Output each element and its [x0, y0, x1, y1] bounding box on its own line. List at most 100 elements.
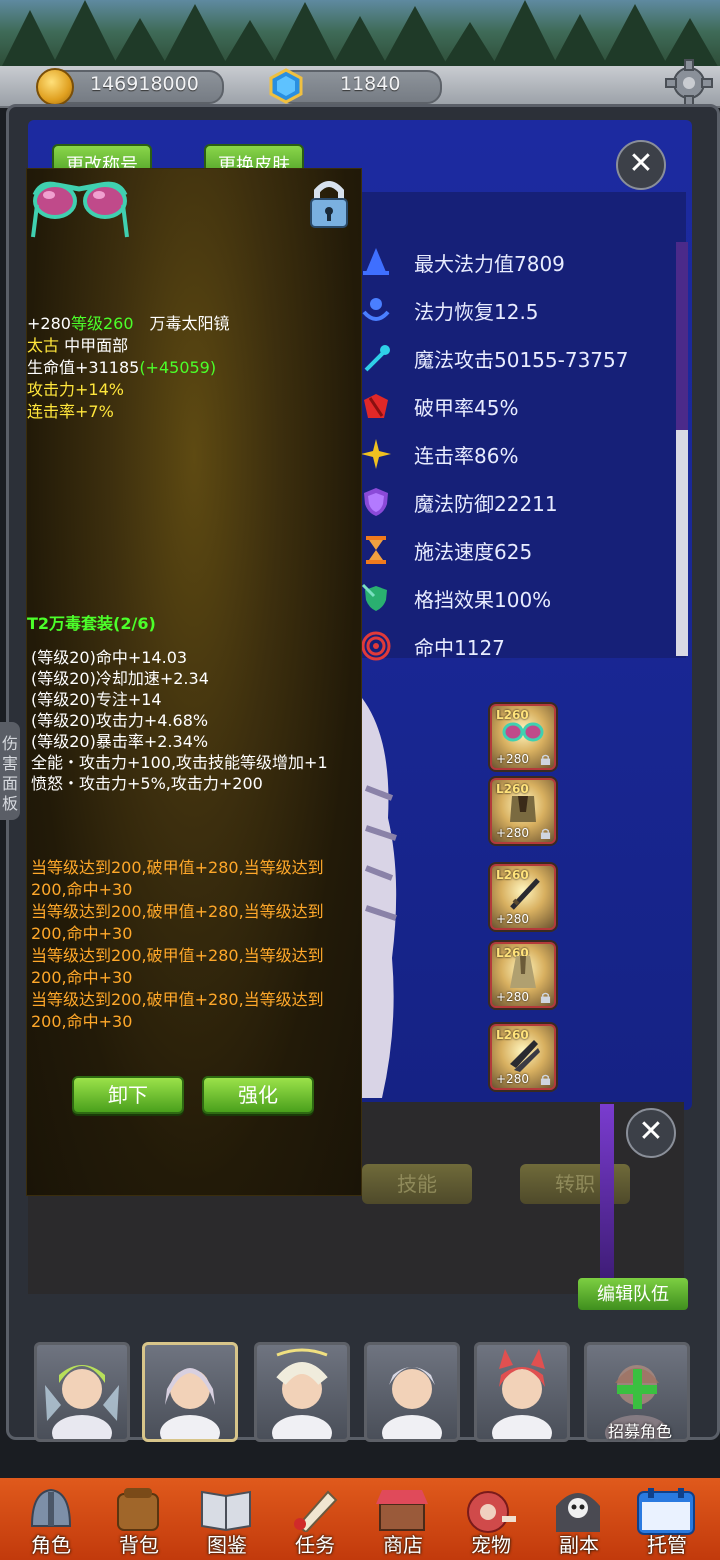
lock-icon [540, 828, 551, 839]
item-hp-bonus: (+45059) [139, 358, 217, 377]
nav-label: 副本 [559, 1533, 599, 1557]
lock-icon [540, 1074, 551, 1085]
armor-icon [510, 796, 536, 822]
nav-character[interactable]: 角色 [8, 1486, 94, 1558]
equip-slot-robe[interactable]: L260 +280 [490, 942, 556, 1008]
item-slot-type: 中甲面部 [64, 336, 129, 355]
sunglasses-icon [31, 181, 129, 238]
magic-shield-icon [364, 488, 388, 516]
robe-icon [510, 956, 536, 988]
skill-button[interactable]: 技能 [362, 1164, 472, 1204]
stat-armor-break: 破甲率45% [414, 396, 519, 420]
item-attr-attack: 攻击力+14% [27, 380, 124, 399]
stat-combo-rate: 连击率86% [414, 444, 519, 468]
portrait-mummy[interactable] [254, 1342, 350, 1442]
wizard-hat-icon [363, 248, 389, 275]
shop-icon [376, 1490, 428, 1531]
character-figure [362, 698, 420, 1098]
set-bonus-line: (等级20)攻击力+4.68% [31, 711, 209, 730]
set-bonus-line: 愤怒・攻击力+5%,攻击力+200 [31, 774, 263, 793]
item-tooltip[interactable]: +280等级260 万毒太阳镜 太古 中甲面部 生命值+31185(+45059)… [26, 168, 362, 1196]
damage-panel-label: 伤害面板 [1, 734, 18, 813]
unequip-button[interactable]: 卸下 [72, 1076, 184, 1114]
stat-cast-speed: 施法速度625 [414, 540, 533, 564]
lock-icon [540, 992, 551, 1003]
item-attr-combo: 连击率+7% [27, 402, 114, 421]
level-bonus-line: 200,命中+30 [31, 880, 133, 899]
stat-magic-defense: 魔法防御22211 [414, 492, 558, 516]
lock-icon[interactable] [307, 177, 351, 229]
equip-slot-weapon[interactable]: L260 +280 [490, 864, 556, 930]
stat-block-effect: 格挡效果100% [414, 588, 552, 612]
armor-break-icon [364, 394, 388, 418]
set-bonus-line: (等级20)专注+14 [31, 690, 162, 709]
gold-amount: 146918000 [90, 73, 199, 95]
level-bonus-line: 200,命中+30 [31, 924, 133, 943]
slot-enhance: +280 [496, 990, 529, 1004]
stat-row: 命中1127 [358, 624, 676, 668]
nav-label: 商店 [383, 1533, 423, 1557]
stat-row: 施法速度625 [358, 528, 676, 572]
level-bonus-line: 200,命中+30 [31, 1012, 133, 1031]
gem-amount: 11840 [340, 73, 401, 95]
stat-row: 最大法力值7809 [358, 240, 676, 284]
nav-pets[interactable]: 宠物 [448, 1486, 534, 1558]
stat-row: 魔法攻击50155-73757 [358, 336, 676, 380]
nav-label: 图鉴 [207, 1533, 247, 1557]
gear-icon[interactable] [664, 58, 714, 108]
stat-row: 连击率86% [358, 432, 676, 476]
item-type-line: 太古 中甲面部 [27, 335, 128, 357]
slot-enhance: +280 [496, 1072, 529, 1086]
level-bonus-line: 当等级达到200,破甲值+280,当等级达到 [31, 946, 324, 965]
nav-codex[interactable]: 图鉴 [184, 1486, 270, 1558]
nav-shop[interactable]: 商店 [360, 1486, 446, 1558]
equip-slot-face[interactable]: L260 +280 [490, 704, 556, 770]
gold-coin-icon [36, 68, 74, 106]
slot-enhance: +280 [496, 912, 529, 926]
nav-quests[interactable]: 任务 [272, 1486, 358, 1558]
stat-row: 魔法防御22211 [358, 480, 676, 524]
backpack-icon [117, 1488, 159, 1531]
stat-row: 破甲率45% [358, 384, 676, 428]
nav-label: 托管 [647, 1533, 687, 1557]
currency-bar: 146918000 11840 [0, 59, 720, 108]
combo-star-icon [361, 439, 391, 469]
portrait-fox-girl[interactable] [474, 1342, 570, 1442]
equip-slot-armor[interactable]: L260 +280 [490, 778, 556, 844]
stat-magic-attack: 魔法攻击50155-73757 [414, 348, 629, 372]
item-hp-line: 生命值+31185(+45059) [27, 357, 216, 379]
level-bonus-line: 当等级达到200,破甲值+280,当等级达到 [31, 990, 324, 1009]
stat-row: 格挡效果100% [358, 576, 676, 620]
damage-panel-tab[interactable]: 伤害面板 [0, 722, 20, 820]
set-bonus-line: (等级20)冷却加速+2.34 [31, 669, 209, 688]
close-stats-button[interactable]: ✕ [616, 140, 666, 190]
magic-wand-icon [364, 345, 390, 372]
lock-icon [540, 754, 551, 765]
nav-auto[interactable]: 托管 [624, 1486, 710, 1558]
edit-team-button[interactable]: 编辑队伍 [578, 1278, 688, 1310]
nav-label: 背包 [119, 1533, 159, 1557]
weapon-icon [510, 878, 540, 910]
stats-panel[interactable]: 最大法力值7809 法力恢复12.5 魔法攻击50155-73757 破甲率45… [358, 192, 686, 661]
nav-label: 任务 [295, 1533, 335, 1557]
set-bonus-line: 全能・攻击力+100,攻击技能等级增加+1 [31, 753, 328, 772]
close-lower-button[interactable]: ✕ [626, 1108, 676, 1158]
portrait-elf[interactable] [364, 1342, 460, 1442]
target-icon [361, 631, 391, 661]
item-quality: 太古 [27, 336, 60, 355]
portrait-selected-girl[interactable] [142, 1342, 238, 1442]
item-name: 万毒太阳镜 [149, 314, 230, 333]
equip-slot-boots[interactable]: L260 +280 [490, 1024, 556, 1090]
slot-enhance: +280 [496, 752, 529, 766]
book-icon [201, 1490, 251, 1532]
nav-backpack[interactable]: 背包 [96, 1486, 182, 1558]
stat-accuracy: 命中1127 [414, 636, 505, 660]
portrait-fairy[interactable] [34, 1342, 130, 1442]
item-level: 等级260 [70, 314, 134, 333]
enhance-button[interactable]: 强化 [202, 1076, 314, 1114]
nav-dungeon[interactable]: 副本 [536, 1486, 622, 1558]
item-enhance: +280 [27, 314, 71, 333]
stats-scrollbar-thumb[interactable] [676, 430, 688, 656]
forest-background [0, 0, 720, 70]
quest-scroll-icon [294, 1490, 338, 1532]
